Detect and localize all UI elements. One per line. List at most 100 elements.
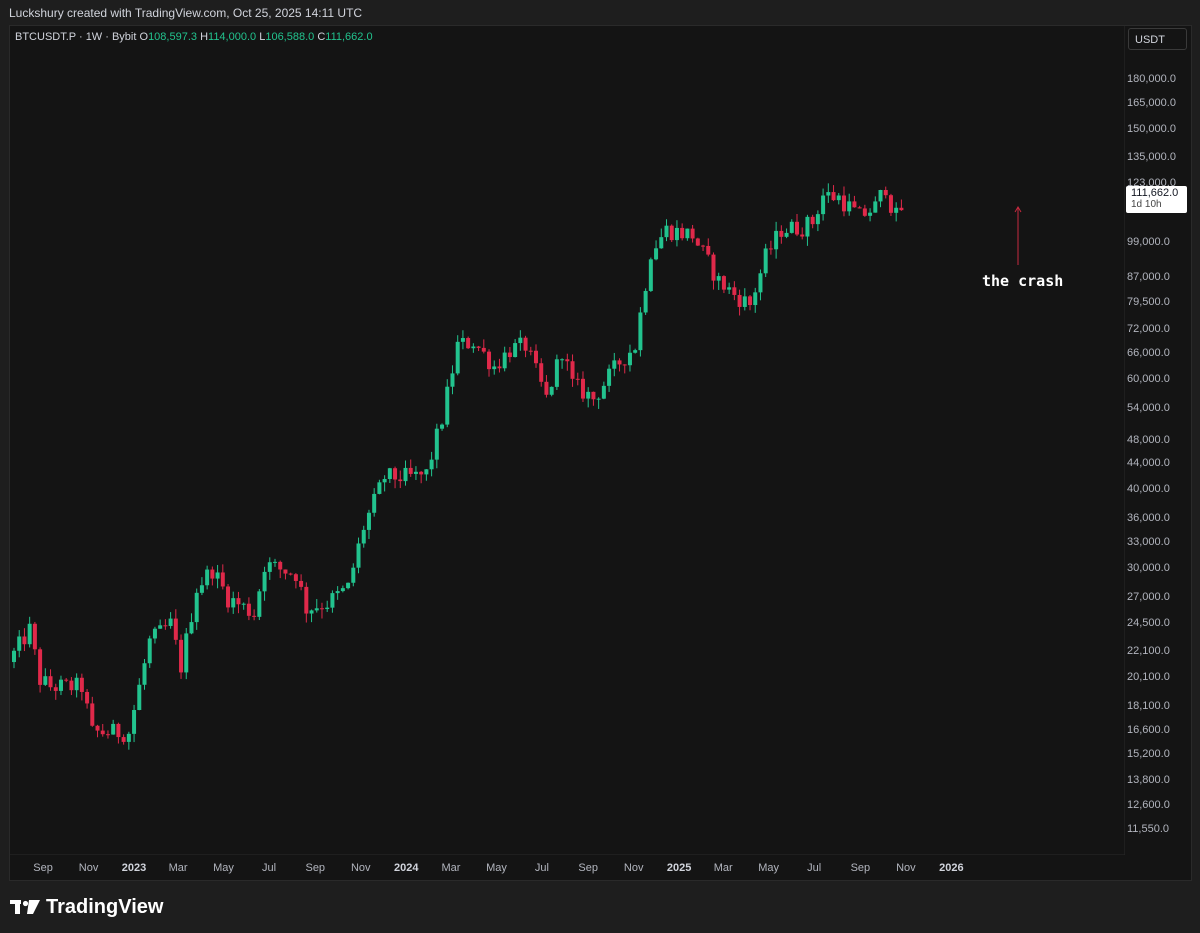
candle-body — [304, 586, 309, 614]
candle-body — [163, 625, 168, 627]
candle-body — [413, 471, 418, 474]
candle — [821, 188, 826, 221]
candle-body — [523, 337, 528, 351]
candle-body — [283, 569, 288, 574]
time-tick-label: 2024 — [393, 862, 419, 874]
candlestick-chart[interactable] — [9, 25, 1125, 855]
candle-body — [340, 588, 345, 592]
candle-body — [868, 212, 873, 216]
candle-body — [894, 207, 899, 213]
candle-body — [455, 341, 460, 374]
currency-selector[interactable]: USDT — [1128, 28, 1187, 50]
candle — [100, 723, 105, 737]
candle — [309, 609, 314, 623]
candle — [226, 584, 231, 613]
candle — [633, 348, 638, 354]
candle — [393, 466, 398, 489]
candle-body — [795, 221, 799, 235]
price-tick-label: 11,550.0 — [1127, 822, 1170, 835]
candle — [356, 537, 361, 574]
candle-body — [758, 273, 763, 293]
candle — [210, 566, 215, 586]
candle-body — [664, 225, 669, 238]
candle — [163, 619, 168, 630]
candle — [638, 307, 643, 357]
candle — [471, 343, 476, 353]
candle — [137, 678, 142, 711]
price-tick-label: 13,800.0 — [1127, 774, 1170, 787]
candle-body — [246, 603, 251, 616]
candle — [351, 563, 356, 587]
time-tick-label: Jul — [262, 862, 277, 874]
candle-body — [695, 238, 700, 246]
candle-body — [168, 618, 173, 626]
price-tick-label: 15,200.0 — [1127, 747, 1170, 760]
candle-body — [236, 598, 241, 605]
candle — [784, 228, 789, 239]
candle-body — [17, 636, 22, 651]
candle-body — [184, 633, 189, 673]
price-tick-label: 33,000.0 — [1127, 536, 1170, 548]
candle-body — [226, 586, 231, 608]
candle — [340, 585, 345, 593]
candle — [403, 460, 408, 486]
candle-body — [487, 351, 492, 370]
candle-body — [622, 364, 627, 366]
candle-body — [742, 296, 747, 307]
candle — [319, 602, 324, 619]
candle-body — [768, 248, 773, 250]
candle — [246, 597, 251, 621]
high-value: 114,000.0 — [208, 31, 257, 43]
time-tick-label: Mar — [168, 862, 188, 874]
time-tick-label: Jul — [534, 862, 549, 874]
candle-body — [424, 469, 429, 475]
candle-body — [763, 248, 768, 274]
candle — [252, 609, 257, 621]
candle-body — [899, 207, 904, 211]
candle — [888, 193, 893, 216]
candle — [424, 469, 429, 481]
candle — [116, 722, 121, 744]
candle-body — [502, 352, 507, 369]
candle — [330, 590, 335, 613]
open-label: O — [139, 31, 149, 43]
candle-body — [205, 569, 210, 586]
price-tick-label: 36,000.0 — [1127, 512, 1170, 525]
time-tick-label: 2026 — [939, 862, 964, 874]
candle — [22, 628, 27, 652]
candle-body — [706, 245, 711, 255]
time-tick-label: Mar — [441, 862, 461, 874]
candle-body — [638, 312, 643, 351]
candle-body — [753, 292, 758, 306]
candle — [570, 354, 575, 387]
candle — [800, 227, 805, 240]
candle — [654, 240, 659, 261]
candle-body — [570, 361, 575, 379]
candle — [857, 205, 862, 209]
symbol-label[interactable]: BTCUSDT.P · 1W · Bybit — [15, 31, 136, 43]
candle-body — [48, 676, 53, 688]
time-tick-label: 2023 — [121, 862, 147, 874]
candle — [460, 330, 465, 350]
candle — [862, 204, 867, 217]
candle-body — [669, 225, 674, 241]
candle-body — [784, 232, 789, 237]
candle — [90, 696, 95, 727]
candle-body — [701, 245, 706, 247]
chart-attribution: Luckshury created with TradingView.com, … — [0, 0, 1200, 26]
candle-body — [852, 201, 857, 208]
candle-body — [299, 580, 304, 587]
candle — [748, 295, 753, 311]
candle — [413, 466, 418, 480]
candle — [753, 287, 758, 313]
price-tick-label: 54,000.0 — [1127, 401, 1170, 414]
candle-body — [565, 359, 570, 362]
candle — [774, 221, 779, 259]
candle — [544, 375, 549, 398]
candle-body — [836, 195, 841, 201]
candle-body — [377, 482, 382, 494]
price-tick-label: 99,000.0 — [1127, 236, 1170, 248]
candle — [111, 719, 116, 735]
candle-body — [862, 208, 867, 216]
candle-body — [215, 572, 220, 579]
